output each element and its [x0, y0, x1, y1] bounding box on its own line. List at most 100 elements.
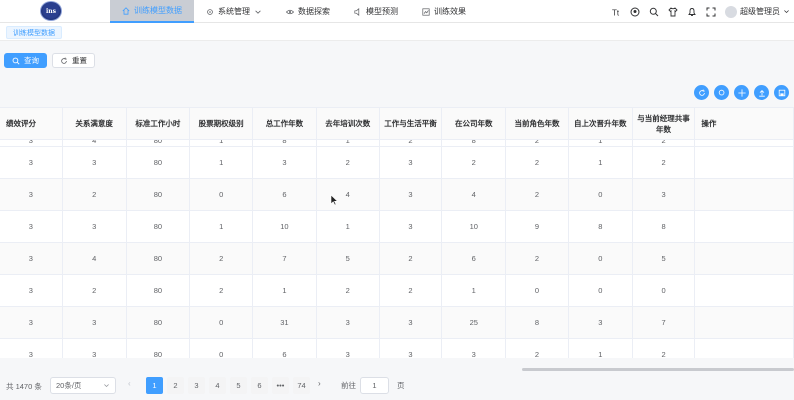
- column-header[interactable]: 股票期权级别: [190, 108, 254, 139]
- data-table: 绩效评分 关系满意度 标准工作小时 股票期权级别 总工作年数 去年培训次数 工作…: [0, 107, 794, 358]
- search-icon[interactable]: [649, 7, 659, 17]
- table-row[interactable]: 3 3 80 0 31 3 3 25 8 3 7: [0, 307, 794, 339]
- theme-shirt-icon[interactable]: [668, 6, 678, 17]
- table-cell: 1: [442, 275, 507, 306]
- search-icon: [12, 57, 20, 65]
- goto-label: 前往: [341, 381, 356, 390]
- table-cell: 3: [0, 179, 63, 210]
- page-size-select[interactable]: 20条/页: [50, 377, 116, 394]
- table-cell: 2: [190, 275, 254, 306]
- page-number[interactable]: 1: [146, 377, 163, 394]
- main-nav: 训练模型数据 系统管理 数据探索 模型预测 训练效果: [110, 0, 478, 23]
- nav-item-predict[interactable]: 模型预测: [342, 0, 410, 23]
- table-cell: 2: [633, 339, 696, 358]
- nav-item-system[interactable]: 系统管理: [194, 0, 274, 23]
- query-button[interactable]: 查询: [4, 53, 47, 68]
- nav-item-explore[interactable]: 数据探索: [274, 0, 342, 23]
- goto-page-input[interactable]: 1: [360, 377, 389, 394]
- total-count: 共 1470 条: [6, 381, 42, 391]
- table-cell: 0: [569, 179, 633, 210]
- table-cell: 0: [506, 275, 569, 306]
- table-cell: 0: [569, 275, 633, 306]
- table-row[interactable]: 3 3 80 1 3 2 3 2 2 1 2: [0, 147, 794, 179]
- page-number[interactable]: 6: [251, 377, 268, 394]
- table-cell-actions: [695, 147, 794, 178]
- nav-label: 系统管理: [218, 7, 250, 16]
- tag-current[interactable]: 训练模型数据: [6, 26, 62, 39]
- table-row[interactable]: 3 4 80 1 8 1 2 8 2 1 2: [0, 140, 794, 147]
- fullscreen-icon[interactable]: [706, 7, 716, 17]
- table-cell: 8: [253, 140, 317, 146]
- table-cell: 2: [442, 147, 507, 178]
- horizontal-scrollbar[interactable]: [522, 368, 794, 371]
- column-header[interactable]: 自上次晋升年数: [569, 108, 633, 139]
- table-cell: 10: [442, 211, 507, 242]
- table-cell: 4: [63, 140, 127, 146]
- app-logo[interactable]: ins: [40, 1, 62, 21]
- table-cell: 80: [127, 307, 191, 338]
- upload-icon[interactable]: [754, 85, 769, 100]
- table-body[interactable]: 3 4 80 1 8 1 2 8 2 1 2 3 3 80 1 3 2 3 2 2 1 2 3 2 80 0 6 4 3 4 2 0 3 3 3 80…: [0, 140, 794, 358]
- column-header[interactable]: 工作与生活平衡: [380, 108, 443, 139]
- table-cell: 3: [380, 307, 443, 338]
- table-cell: 2: [506, 140, 569, 146]
- nav-label: 训练效果: [434, 7, 466, 16]
- table-row[interactable]: 3 2 80 2 1 2 2 1 0 0 0: [0, 275, 794, 307]
- table-cell-actions: [695, 275, 794, 306]
- column-header[interactable]: 当前角色年数: [506, 108, 569, 139]
- column-header[interactable]: 绩效评分: [0, 108, 63, 139]
- table-cell: 1: [317, 140, 380, 146]
- page-unit-label: 页: [397, 381, 405, 390]
- table-cell: 3: [569, 307, 633, 338]
- column-header[interactable]: 去年培训次数: [317, 108, 380, 139]
- next-page-button[interactable]: ›: [318, 379, 321, 388]
- user-menu[interactable]: 超级管理员: [725, 5, 790, 18]
- refresh-icon: [61, 57, 67, 64]
- column-header[interactable]: 与当前经理共事年数: [633, 108, 696, 139]
- reset-button[interactable]: 重置: [52, 53, 95, 68]
- column-header[interactable]: 标准工作小时: [127, 108, 191, 139]
- table-cell: 0: [190, 339, 254, 358]
- prev-page-button[interactable]: ‹: [128, 379, 131, 388]
- table-cell: 3: [317, 339, 380, 358]
- github-icon[interactable]: [630, 7, 640, 17]
- font-size-icon[interactable]: Tt: [611, 7, 621, 17]
- table-cell: 2: [506, 243, 569, 274]
- bell-icon[interactable]: [687, 7, 697, 17]
- search-icon[interactable]: [714, 85, 729, 100]
- table-row[interactable]: 3 3 80 0 6 3 3 3 2 1 2: [0, 339, 794, 358]
- table-cell: 4: [442, 179, 507, 210]
- nav-item-effect[interactable]: 训练效果: [410, 0, 478, 23]
- nav-item-train-data[interactable]: 训练模型数据: [110, 0, 194, 23]
- column-header[interactable]: 总工作年数: [253, 108, 317, 139]
- column-header[interactable]: 关系满意度: [63, 108, 127, 139]
- save-icon[interactable]: [774, 85, 789, 100]
- page-number[interactable]: 2: [167, 377, 184, 394]
- avatar: [725, 5, 737, 18]
- table-cell: 4: [317, 179, 380, 210]
- page-number[interactable]: 5: [230, 377, 247, 394]
- table-cell-actions: [695, 243, 794, 274]
- svg-text:Tt: Tt: [612, 8, 620, 17]
- nav-label: 数据探索: [298, 7, 330, 16]
- table-cell: 2: [380, 243, 443, 274]
- table-row[interactable]: 3 3 80 1 10 1 3 10 9 8 8: [0, 211, 794, 243]
- table-cell: 1: [569, 147, 633, 178]
- page-number[interactable]: 74: [293, 377, 310, 394]
- chevron-down-icon: [255, 10, 261, 14]
- page-ellipsis[interactable]: •••: [272, 377, 289, 394]
- table-cell: 7: [633, 307, 696, 338]
- table-cell: 3: [63, 339, 127, 358]
- table-cell: 3: [0, 211, 63, 242]
- page-number[interactable]: 4: [209, 377, 226, 394]
- table-cell: 80: [127, 147, 191, 178]
- page-number[interactable]: 3: [188, 377, 205, 394]
- table-cell-actions: [695, 211, 794, 242]
- table-row[interactable]: 3 4 80 2 7 5 2 6 2 0 5: [0, 243, 794, 275]
- table-row[interactable]: 3 2 80 0 6 4 3 4 2 0 3: [0, 179, 794, 211]
- move-icon[interactable]: [734, 85, 749, 100]
- column-header[interactable]: 在公司年数: [442, 108, 507, 139]
- table-cell: 2: [63, 275, 127, 306]
- pagination: 共 1470 条 20条/页 ‹ 1 2 3 4 5 6 ••• 74 › 前往 1 页: [0, 376, 794, 396]
- refresh-icon[interactable]: [694, 85, 709, 100]
